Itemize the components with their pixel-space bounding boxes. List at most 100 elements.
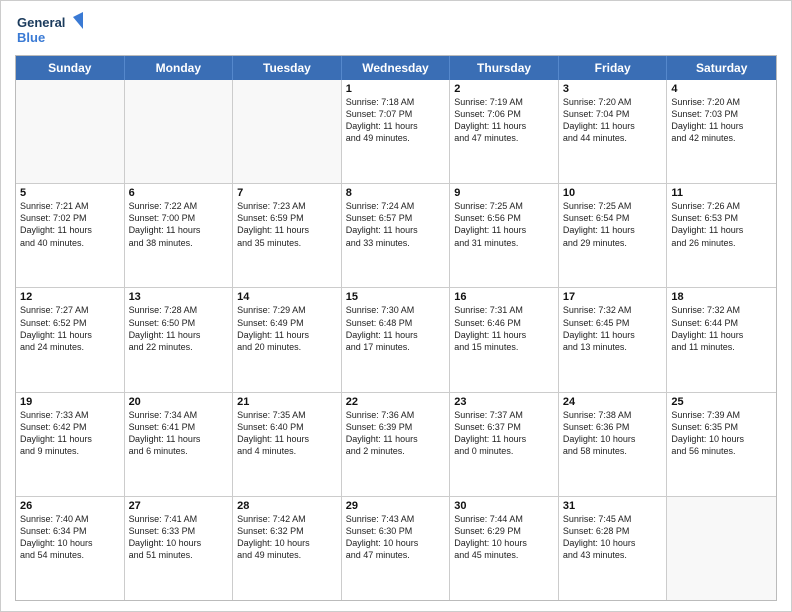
day-info: Sunrise: 7:39 AM Sunset: 6:35 PM Dayligh…	[671, 409, 772, 458]
day-number: 3	[563, 83, 663, 95]
calendar-day-4: 4Sunrise: 7:20 AM Sunset: 7:03 PM Daylig…	[667, 80, 776, 183]
calendar-day-15: 15Sunrise: 7:30 AM Sunset: 6:48 PM Dayli…	[342, 288, 451, 391]
calendar-day-14: 14Sunrise: 7:29 AM Sunset: 6:49 PM Dayli…	[233, 288, 342, 391]
calendar-day-16: 16Sunrise: 7:31 AM Sunset: 6:46 PM Dayli…	[450, 288, 559, 391]
calendar-day-24: 24Sunrise: 7:38 AM Sunset: 6:36 PM Dayli…	[559, 393, 668, 496]
logo-svg: General Blue	[15, 11, 85, 49]
day-info: Sunrise: 7:35 AM Sunset: 6:40 PM Dayligh…	[237, 409, 337, 458]
day-info: Sunrise: 7:33 AM Sunset: 6:42 PM Dayligh…	[20, 409, 120, 458]
day-number: 30	[454, 500, 554, 512]
day-info: Sunrise: 7:43 AM Sunset: 6:30 PM Dayligh…	[346, 513, 446, 562]
day-number: 31	[563, 500, 663, 512]
calendar-day-7: 7Sunrise: 7:23 AM Sunset: 6:59 PM Daylig…	[233, 184, 342, 287]
day-info: Sunrise: 7:26 AM Sunset: 6:53 PM Dayligh…	[671, 200, 772, 249]
day-info: Sunrise: 7:29 AM Sunset: 6:49 PM Dayligh…	[237, 304, 337, 353]
calendar-day-empty	[16, 80, 125, 183]
day-info: Sunrise: 7:23 AM Sunset: 6:59 PM Dayligh…	[237, 200, 337, 249]
day-number: 24	[563, 396, 663, 408]
day-number: 28	[237, 500, 337, 512]
calendar-week-3: 12Sunrise: 7:27 AM Sunset: 6:52 PM Dayli…	[16, 287, 776, 391]
day-number: 5	[20, 187, 120, 199]
day-info: Sunrise: 7:24 AM Sunset: 6:57 PM Dayligh…	[346, 200, 446, 249]
svg-text:Blue: Blue	[17, 30, 45, 45]
calendar-day-17: 17Sunrise: 7:32 AM Sunset: 6:45 PM Dayli…	[559, 288, 668, 391]
day-info: Sunrise: 7:27 AM Sunset: 6:52 PM Dayligh…	[20, 304, 120, 353]
day-number: 14	[237, 291, 337, 303]
calendar-day-11: 11Sunrise: 7:26 AM Sunset: 6:53 PM Dayli…	[667, 184, 776, 287]
day-info: Sunrise: 7:32 AM Sunset: 6:45 PM Dayligh…	[563, 304, 663, 353]
day-info: Sunrise: 7:38 AM Sunset: 6:36 PM Dayligh…	[563, 409, 663, 458]
svg-text:General: General	[17, 15, 65, 30]
header-day-wednesday: Wednesday	[342, 56, 451, 80]
logo: General Blue	[15, 11, 85, 49]
calendar-day-21: 21Sunrise: 7:35 AM Sunset: 6:40 PM Dayli…	[233, 393, 342, 496]
header-day-friday: Friday	[559, 56, 668, 80]
day-info: Sunrise: 7:20 AM Sunset: 7:03 PM Dayligh…	[671, 96, 772, 145]
header-day-monday: Monday	[125, 56, 234, 80]
calendar-day-empty	[233, 80, 342, 183]
day-info: Sunrise: 7:30 AM Sunset: 6:48 PM Dayligh…	[346, 304, 446, 353]
header-day-saturday: Saturday	[667, 56, 776, 80]
day-number: 18	[671, 291, 772, 303]
day-info: Sunrise: 7:31 AM Sunset: 6:46 PM Dayligh…	[454, 304, 554, 353]
day-number: 10	[563, 187, 663, 199]
calendar-day-empty	[667, 497, 776, 600]
day-number: 22	[346, 396, 446, 408]
calendar-day-9: 9Sunrise: 7:25 AM Sunset: 6:56 PM Daylig…	[450, 184, 559, 287]
header-day-thursday: Thursday	[450, 56, 559, 80]
calendar-day-6: 6Sunrise: 7:22 AM Sunset: 7:00 PM Daylig…	[125, 184, 234, 287]
day-number: 17	[563, 291, 663, 303]
calendar-day-30: 30Sunrise: 7:44 AM Sunset: 6:29 PM Dayli…	[450, 497, 559, 600]
calendar-day-29: 29Sunrise: 7:43 AM Sunset: 6:30 PM Dayli…	[342, 497, 451, 600]
calendar-day-2: 2Sunrise: 7:19 AM Sunset: 7:06 PM Daylig…	[450, 80, 559, 183]
day-info: Sunrise: 7:37 AM Sunset: 6:37 PM Dayligh…	[454, 409, 554, 458]
day-info: Sunrise: 7:42 AM Sunset: 6:32 PM Dayligh…	[237, 513, 337, 562]
day-number: 4	[671, 83, 772, 95]
day-info: Sunrise: 7:25 AM Sunset: 6:56 PM Dayligh…	[454, 200, 554, 249]
day-info: Sunrise: 7:32 AM Sunset: 6:44 PM Dayligh…	[671, 304, 772, 353]
day-info: Sunrise: 7:36 AM Sunset: 6:39 PM Dayligh…	[346, 409, 446, 458]
day-info: Sunrise: 7:25 AM Sunset: 6:54 PM Dayligh…	[563, 200, 663, 249]
calendar-day-26: 26Sunrise: 7:40 AM Sunset: 6:34 PM Dayli…	[16, 497, 125, 600]
day-info: Sunrise: 7:44 AM Sunset: 6:29 PM Dayligh…	[454, 513, 554, 562]
day-number: 1	[346, 83, 446, 95]
day-info: Sunrise: 7:20 AM Sunset: 7:04 PM Dayligh…	[563, 96, 663, 145]
day-info: Sunrise: 7:41 AM Sunset: 6:33 PM Dayligh…	[129, 513, 229, 562]
page-header: General Blue	[15, 11, 777, 49]
calendar-day-20: 20Sunrise: 7:34 AM Sunset: 6:41 PM Dayli…	[125, 393, 234, 496]
calendar-day-19: 19Sunrise: 7:33 AM Sunset: 6:42 PM Dayli…	[16, 393, 125, 496]
calendar-day-3: 3Sunrise: 7:20 AM Sunset: 7:04 PM Daylig…	[559, 80, 668, 183]
day-number: 8	[346, 187, 446, 199]
day-number: 11	[671, 187, 772, 199]
day-number: 13	[129, 291, 229, 303]
calendar-week-1: 1Sunrise: 7:18 AM Sunset: 7:07 PM Daylig…	[16, 80, 776, 183]
day-number: 12	[20, 291, 120, 303]
calendar-day-5: 5Sunrise: 7:21 AM Sunset: 7:02 PM Daylig…	[16, 184, 125, 287]
day-number: 26	[20, 500, 120, 512]
day-info: Sunrise: 7:21 AM Sunset: 7:02 PM Dayligh…	[20, 200, 120, 249]
day-number: 6	[129, 187, 229, 199]
calendar-week-4: 19Sunrise: 7:33 AM Sunset: 6:42 PM Dayli…	[16, 392, 776, 496]
calendar: SundayMondayTuesdayWednesdayThursdayFrid…	[15, 55, 777, 601]
calendar-day-12: 12Sunrise: 7:27 AM Sunset: 6:52 PM Dayli…	[16, 288, 125, 391]
day-number: 27	[129, 500, 229, 512]
calendar-day-28: 28Sunrise: 7:42 AM Sunset: 6:32 PM Dayli…	[233, 497, 342, 600]
calendar-week-5: 26Sunrise: 7:40 AM Sunset: 6:34 PM Dayli…	[16, 496, 776, 600]
calendar-day-27: 27Sunrise: 7:41 AM Sunset: 6:33 PM Dayli…	[125, 497, 234, 600]
calendar-day-25: 25Sunrise: 7:39 AM Sunset: 6:35 PM Dayli…	[667, 393, 776, 496]
calendar-day-22: 22Sunrise: 7:36 AM Sunset: 6:39 PM Dayli…	[342, 393, 451, 496]
calendar-day-18: 18Sunrise: 7:32 AM Sunset: 6:44 PM Dayli…	[667, 288, 776, 391]
day-info: Sunrise: 7:19 AM Sunset: 7:06 PM Dayligh…	[454, 96, 554, 145]
day-info: Sunrise: 7:45 AM Sunset: 6:28 PM Dayligh…	[563, 513, 663, 562]
day-number: 16	[454, 291, 554, 303]
calendar-day-8: 8Sunrise: 7:24 AM Sunset: 6:57 PM Daylig…	[342, 184, 451, 287]
day-info: Sunrise: 7:28 AM Sunset: 6:50 PM Dayligh…	[129, 304, 229, 353]
day-info: Sunrise: 7:34 AM Sunset: 6:41 PM Dayligh…	[129, 409, 229, 458]
calendar-body: 1Sunrise: 7:18 AM Sunset: 7:07 PM Daylig…	[16, 80, 776, 600]
calendar-day-23: 23Sunrise: 7:37 AM Sunset: 6:37 PM Dayli…	[450, 393, 559, 496]
header-day-sunday: Sunday	[16, 56, 125, 80]
calendar-day-10: 10Sunrise: 7:25 AM Sunset: 6:54 PM Dayli…	[559, 184, 668, 287]
day-number: 9	[454, 187, 554, 199]
calendar-day-31: 31Sunrise: 7:45 AM Sunset: 6:28 PM Dayli…	[559, 497, 668, 600]
calendar-day-empty	[125, 80, 234, 183]
